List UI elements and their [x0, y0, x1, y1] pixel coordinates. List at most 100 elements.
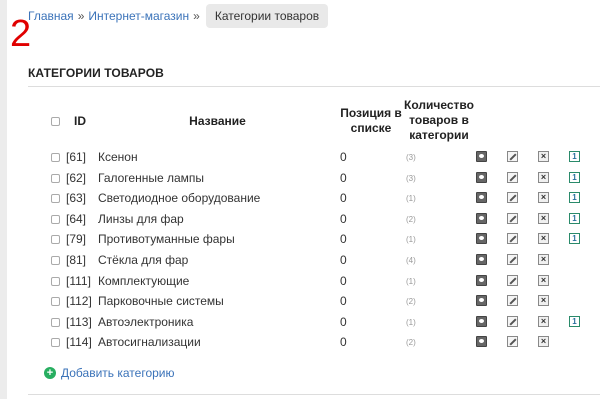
- view-icon[interactable]: [476, 295, 487, 306]
- view-icon[interactable]: [476, 254, 487, 265]
- delete-icon[interactable]: ×: [538, 275, 549, 286]
- row-count: (2): [406, 215, 416, 224]
- row-count: (1): [406, 194, 416, 203]
- row-name: Противотуманные фары: [98, 232, 235, 246]
- subcategory-icon[interactable]: 1: [569, 151, 580, 162]
- add-category-link[interactable]: + Добавить категорию: [44, 366, 175, 380]
- row-count: (2): [406, 338, 416, 347]
- subcategory-icon[interactable]: 1: [569, 192, 580, 203]
- delete-icon[interactable]: ×: [538, 254, 549, 265]
- row-checkbox[interactable]: [51, 318, 60, 327]
- header-count-line: категории: [409, 128, 469, 142]
- row-id: [61]: [66, 150, 87, 164]
- breadcrumb-separator: »: [193, 9, 200, 23]
- view-icon[interactable]: [476, 151, 487, 162]
- row-checkbox[interactable]: [51, 194, 60, 203]
- row-count: (3): [406, 174, 416, 183]
- row-position: 0: [340, 232, 347, 246]
- row-name: Автоэлектроника: [98, 315, 194, 329]
- edit-icon[interactable]: [507, 192, 518, 203]
- row-id: [111]: [66, 274, 91, 288]
- row-checkbox[interactable]: [51, 174, 60, 183]
- row-position: 0: [340, 171, 347, 185]
- page-title: КАТЕГОРИИ ТОВАРОВ: [28, 66, 164, 80]
- breadcrumb-current: Категории товаров: [205, 4, 329, 28]
- left-sidebar-strip: [0, 0, 7, 399]
- breadcrumb-store-link[interactable]: Интернет-магазин: [88, 9, 189, 23]
- row-count: (1): [406, 277, 416, 286]
- row-checkbox[interactable]: [51, 215, 60, 224]
- row-count: (1): [406, 318, 416, 327]
- select-all-checkbox[interactable]: [51, 117, 60, 126]
- row-checkbox[interactable]: [51, 256, 60, 265]
- delete-icon[interactable]: ×: [538, 336, 549, 347]
- row-position: 0: [340, 253, 347, 267]
- row-count: (4): [406, 256, 416, 265]
- view-icon[interactable]: [476, 213, 487, 224]
- row-id: [81]: [66, 253, 87, 267]
- row-checkbox[interactable]: [51, 153, 60, 162]
- row-name: Линзы для фар: [98, 212, 184, 226]
- row-position: 0: [340, 212, 347, 226]
- header-position-line: Позиция в: [340, 106, 402, 120]
- subcategory-icon[interactable]: 1: [569, 233, 580, 244]
- edit-icon[interactable]: [507, 151, 518, 162]
- row-id: [62]: [66, 171, 87, 185]
- breadcrumb-home-link[interactable]: Главная: [28, 9, 74, 23]
- plus-circle-icon: +: [44, 367, 56, 379]
- edit-icon[interactable]: [507, 233, 518, 244]
- delete-icon[interactable]: ×: [538, 151, 549, 162]
- header-position-line: списке: [350, 121, 392, 135]
- breadcrumb-separator: »: [77, 9, 85, 23]
- delete-icon[interactable]: ×: [538, 192, 549, 203]
- delete-icon[interactable]: ×: [538, 233, 549, 244]
- view-icon[interactable]: [476, 336, 487, 347]
- row-checkbox[interactable]: [51, 277, 60, 286]
- row-id: [112]: [66, 294, 92, 308]
- row-position: 0: [340, 294, 347, 308]
- row-count: (3): [406, 153, 416, 162]
- delete-icon[interactable]: ×: [538, 295, 549, 306]
- row-count: (2): [406, 297, 416, 306]
- view-icon[interactable]: [476, 275, 487, 286]
- edit-icon[interactable]: [507, 254, 518, 265]
- subcategory-icon[interactable]: 1: [569, 213, 580, 224]
- row-count: (1): [406, 235, 416, 244]
- delete-icon[interactable]: ×: [538, 316, 549, 327]
- row-name: Галогенные лампы: [98, 171, 205, 185]
- annotation-number: 2: [10, 13, 32, 55]
- header-count: Количество товаров в категории: [404, 98, 474, 143]
- row-name: Комплектующие: [98, 274, 190, 288]
- row-id: [114]: [66, 335, 92, 349]
- delete-icon[interactable]: ×: [538, 213, 549, 224]
- divider: [28, 86, 600, 87]
- row-name: Светодиодное оборудование: [98, 191, 261, 205]
- row-name: Ксенон: [98, 150, 138, 164]
- header-count-line: товаров в: [409, 113, 469, 127]
- edit-icon[interactable]: [507, 213, 518, 224]
- breadcrumb: Главная » Интернет-магазин » Категории т…: [28, 4, 329, 28]
- subcategory-icon[interactable]: 1: [569, 316, 580, 327]
- edit-icon[interactable]: [507, 316, 518, 327]
- header-id: ID: [74, 114, 86, 128]
- edit-icon[interactable]: [507, 172, 518, 183]
- delete-icon[interactable]: ×: [538, 172, 549, 183]
- view-icon[interactable]: [476, 316, 487, 327]
- subcategory-icon[interactable]: 1: [569, 172, 580, 183]
- row-position: 0: [340, 150, 347, 164]
- divider: [28, 394, 600, 395]
- edit-icon[interactable]: [507, 275, 518, 286]
- view-icon[interactable]: [476, 172, 487, 183]
- row-id: [113]: [66, 315, 92, 329]
- view-icon[interactable]: [476, 233, 487, 244]
- header-name: Название: [189, 114, 246, 128]
- row-checkbox[interactable]: [51, 297, 60, 306]
- row-checkbox[interactable]: [51, 338, 60, 347]
- row-name: Парковочные системы: [98, 294, 224, 308]
- row-position: 0: [340, 191, 347, 205]
- edit-icon[interactable]: [507, 336, 518, 347]
- view-icon[interactable]: [476, 192, 487, 203]
- row-checkbox[interactable]: [51, 235, 60, 244]
- row-position: 0: [340, 335, 347, 349]
- edit-icon[interactable]: [507, 295, 518, 306]
